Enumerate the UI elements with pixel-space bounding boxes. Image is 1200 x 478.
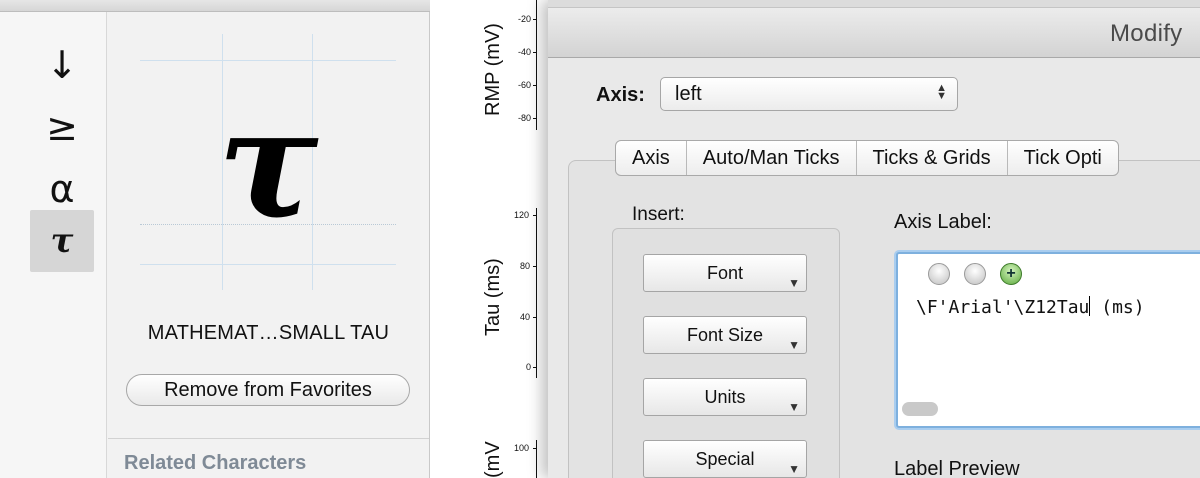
units-popup-button[interactable]: Units ▼ xyxy=(643,378,807,416)
list-item-glyph: ↓ xyxy=(46,43,78,87)
y-tick-label: 100 xyxy=(514,443,530,453)
y-tick-label: 0 xyxy=(526,362,532,372)
dialog-titlebar[interactable] xyxy=(548,8,1200,58)
dialog-title: Modify xyxy=(1110,20,1183,47)
circle-button-icon[interactable] xyxy=(964,263,986,285)
remove-from-favorites-button[interactable]: Remove from Favorites xyxy=(126,374,410,406)
y-axis-label-rmp: RMP (mV) xyxy=(482,23,504,116)
greater-equal-icon[interactable]: ≥ xyxy=(30,96,94,158)
label-text-after-caret: (ms) xyxy=(1101,297,1145,318)
y-tick-mark xyxy=(533,317,537,318)
y-tick-label: 120 xyxy=(514,210,530,220)
tab-tick-options[interactable]: Tick Opti xyxy=(1008,141,1118,175)
axis-select-label: Axis: xyxy=(596,84,645,106)
y-tick-mark xyxy=(533,118,537,119)
y-axis-line xyxy=(536,208,537,378)
tab-auto-man-ticks[interactable]: Auto/Man Ticks xyxy=(687,141,857,175)
character-viewer: ↓ ≥ α τ τ MATHEMAT…SMALL TAU Remove from… xyxy=(0,0,430,478)
add-icon[interactable]: + xyxy=(1000,263,1022,285)
list-item-glyph: ≥ xyxy=(46,105,78,149)
y-tick-label: -20 xyxy=(518,14,532,24)
tab-axis[interactable]: Axis xyxy=(616,141,687,175)
axis-label-text[interactable]: \F'Arial'\Z12Tau (ms) xyxy=(916,296,1145,318)
character-name: MATHEMAT…SMALL TAU xyxy=(147,322,390,344)
y-tick-label: 40 xyxy=(520,312,531,322)
font-size-popup-label: Font Size xyxy=(686,325,764,345)
list-item-glyph: τ xyxy=(50,221,74,261)
axis-label-heading: Axis Label: xyxy=(894,211,992,233)
special-popup-button[interactable]: Special ▼ xyxy=(643,440,807,478)
y-tick-mark xyxy=(533,266,537,267)
y-tick-label: 80 xyxy=(520,261,531,271)
y-tick-mark xyxy=(533,448,537,449)
font-popup-button[interactable]: Font ▼ xyxy=(643,254,807,292)
y-tick-mark xyxy=(533,367,537,368)
units-popup-label: Units xyxy=(704,387,746,407)
y-tick-label: -80 xyxy=(518,113,532,123)
horizontal-scrollbar[interactable] xyxy=(902,402,938,416)
label-preview-heading: Label Preview xyxy=(894,458,1020,478)
y-axis-label-mv: (mV xyxy=(482,441,504,478)
tab-bar: Axis Auto/Man Ticks Ticks & Grids Tick O… xyxy=(615,140,1119,176)
y-axis-line xyxy=(536,440,537,478)
character-viewer-toolbar xyxy=(0,0,430,12)
text-caret xyxy=(1089,296,1091,316)
modify-axis-dialog: Modify Axis: left ▲ ▼ Axis Auto/Man Ticks… xyxy=(548,0,1200,478)
y-tick-mark xyxy=(533,19,537,20)
special-popup-label: Special xyxy=(695,449,755,469)
circle-button-icon[interactable] xyxy=(928,263,950,285)
dropdown-arrow-icon: ▼ xyxy=(788,400,800,414)
font-popup-label: Font xyxy=(706,263,744,283)
insert-label: Insert: xyxy=(632,204,685,225)
y-tick-mark xyxy=(533,215,537,216)
graph-window: RMP (mV) -20 -40 -60 -80 Tau (ms) 120 80… xyxy=(430,0,548,478)
list-item-glyph: α xyxy=(49,167,75,211)
up-down-arrows-icon: ▲ ▼ xyxy=(936,82,947,102)
axis-select[interactable]: left ▲ ▼ xyxy=(660,77,958,111)
y-tick-mark xyxy=(533,52,537,53)
downwards-arrow-icon[interactable]: ↓ xyxy=(30,34,94,96)
character-detail-pane: τ MATHEMAT…SMALL TAU Remove from Favorit… xyxy=(108,12,429,478)
label-text-before-caret: \F'Arial'\Z12Tau xyxy=(916,297,1090,318)
dropdown-arrow-icon: ▼ xyxy=(788,462,800,476)
y-axis-label-tau: Tau (ms) xyxy=(482,258,504,336)
glyph-preview: τ xyxy=(140,34,396,290)
y-tick-label: -60 xyxy=(518,80,532,90)
axis-select-value: left xyxy=(675,83,702,105)
large-glyph: τ xyxy=(217,76,319,252)
tab-ticks-grids[interactable]: Ticks & Grids xyxy=(857,141,1008,175)
dialog-top-strip xyxy=(548,0,1200,8)
y-tick-label: -40 xyxy=(518,47,532,57)
dropdown-arrow-icon: ▼ xyxy=(788,276,800,290)
divider xyxy=(108,438,429,439)
favorites-list: ↓ ≥ α τ xyxy=(0,12,107,478)
dropdown-arrow-icon: ▼ xyxy=(788,338,800,352)
y-tick-mark xyxy=(533,85,537,86)
font-size-popup-button[interactable]: Font Size ▼ xyxy=(643,316,807,354)
tau-icon[interactable]: τ xyxy=(30,210,94,272)
related-characters-heading[interactable]: Related Characters xyxy=(124,452,306,475)
axis-label-textbox[interactable]: + \F'Arial'\Z12Tau (ms) xyxy=(896,252,1200,428)
